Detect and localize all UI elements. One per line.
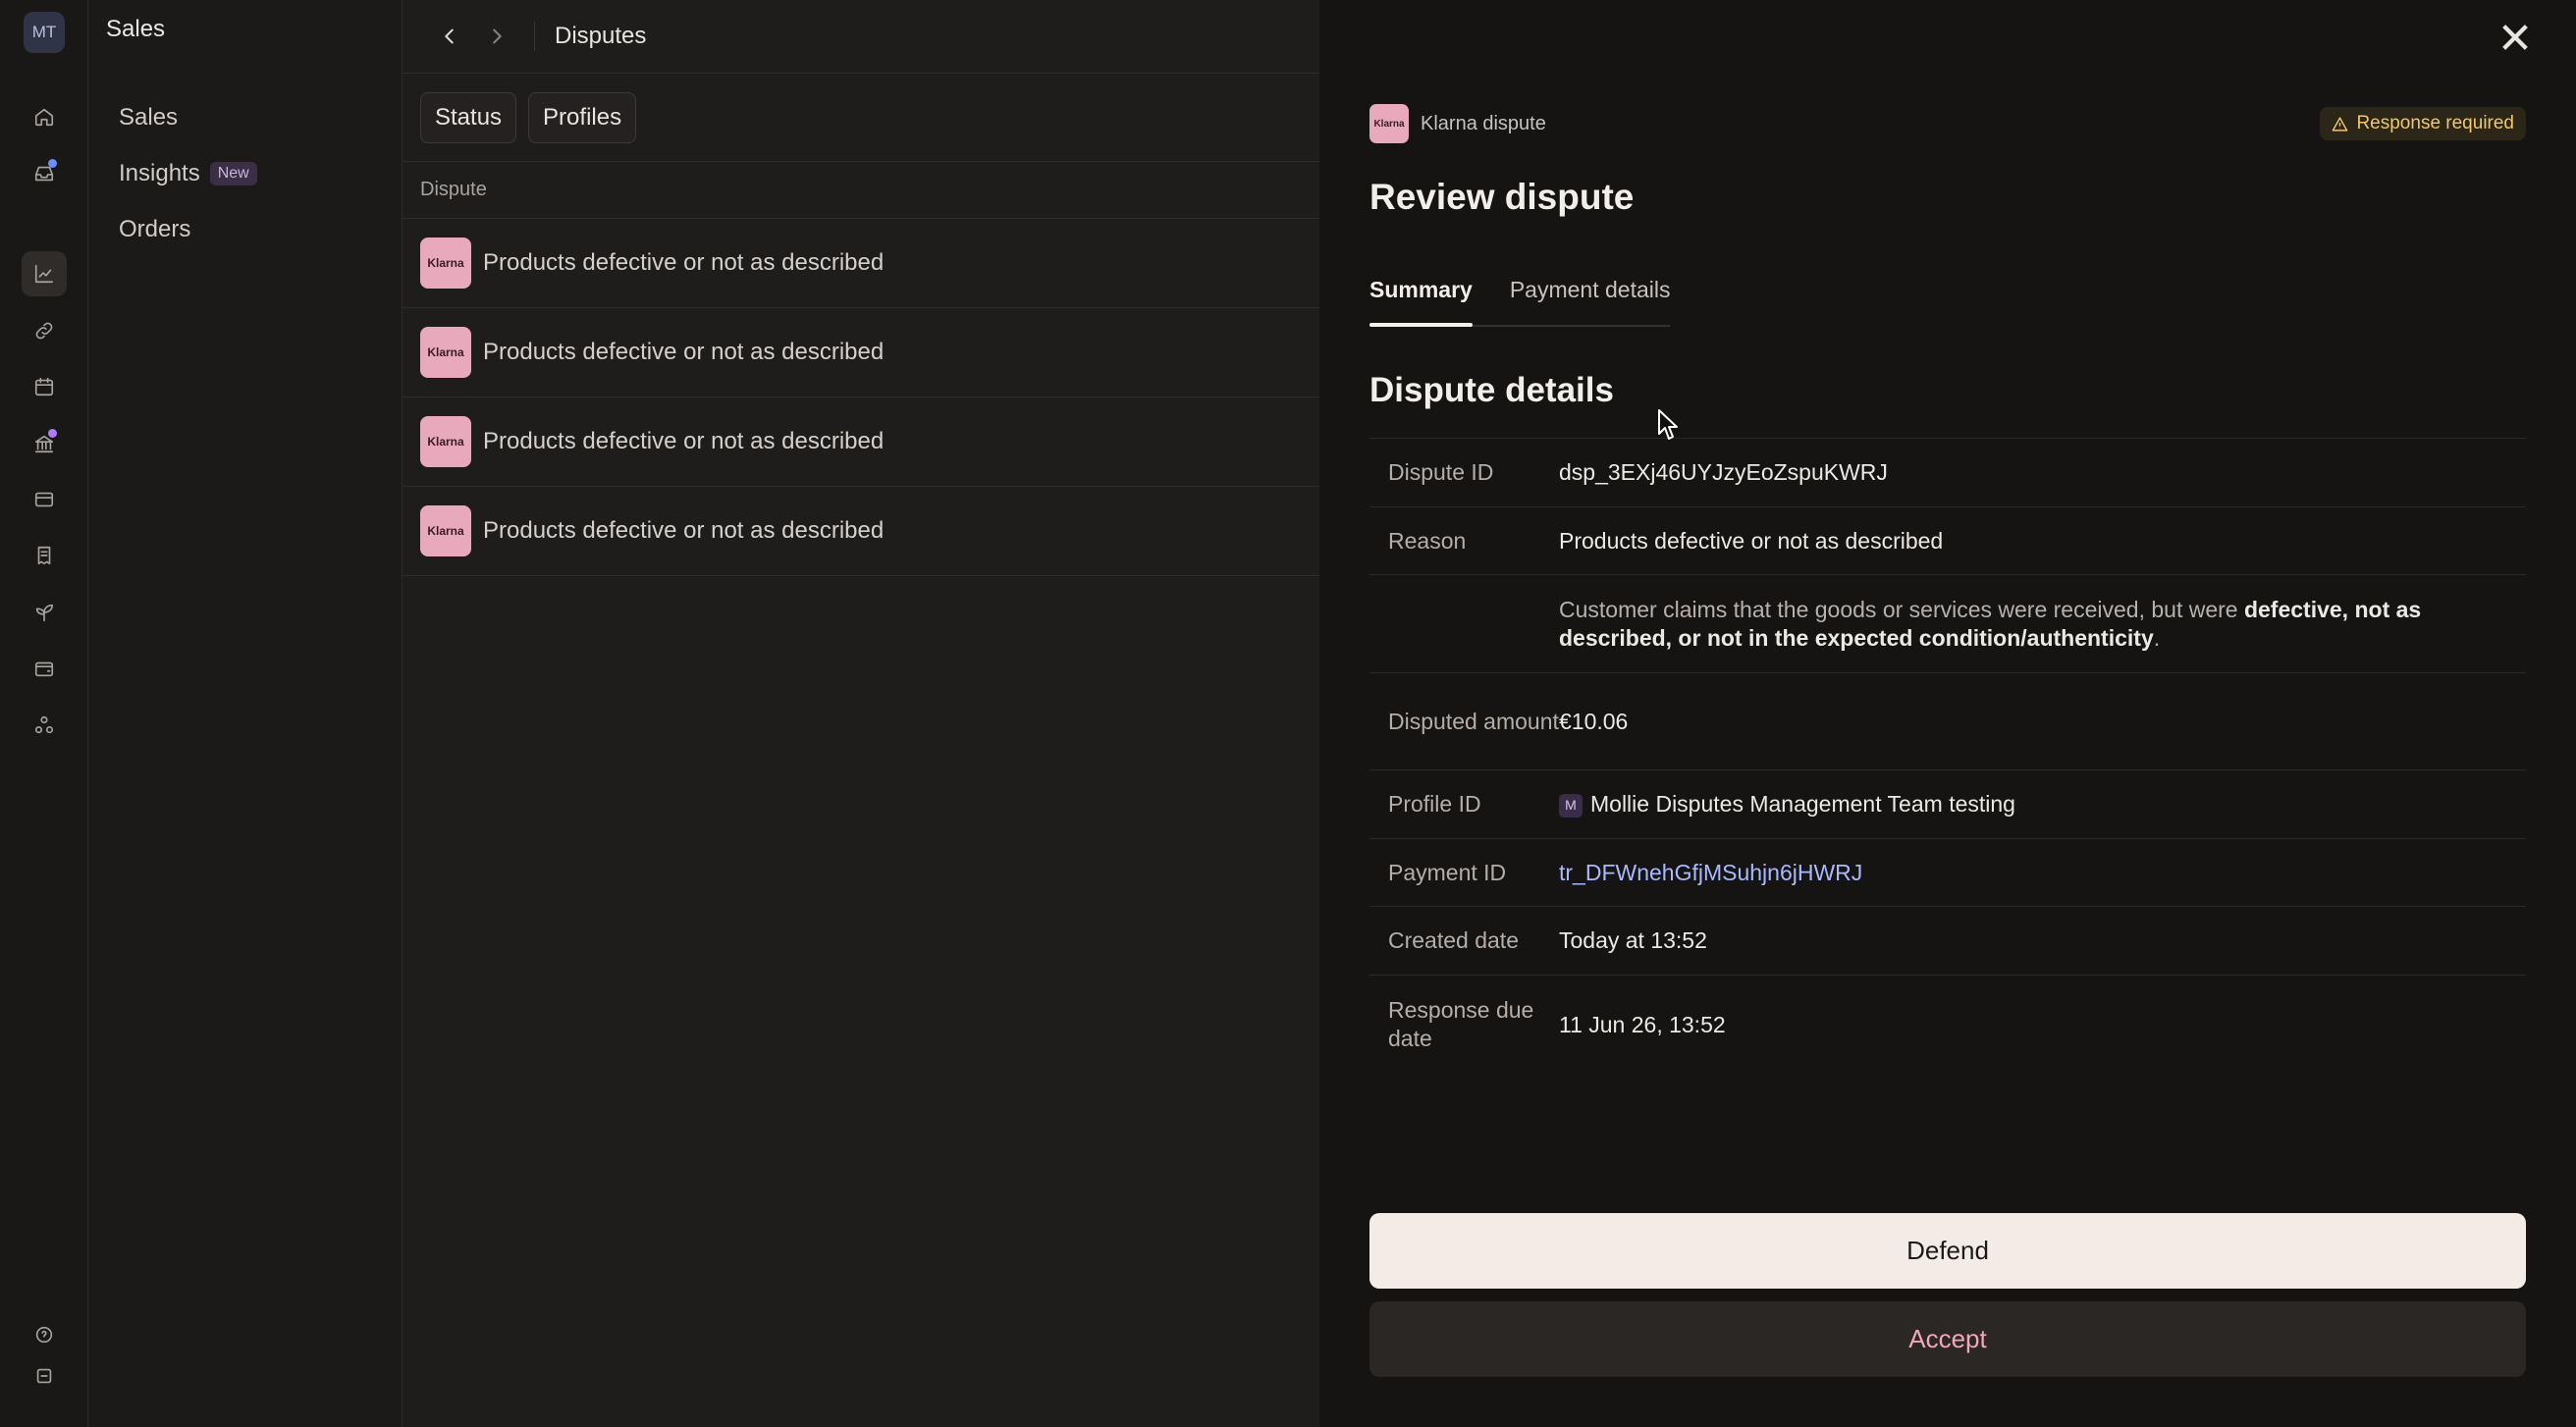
status-filter-button[interactable]: Status: [420, 91, 517, 143]
reason-description: Customer claims that the goods or servic…: [1559, 596, 2526, 653]
close-icon: [2502, 25, 2528, 50]
status-badge: Response required: [2320, 107, 2526, 140]
notification-dot: [48, 159, 57, 168]
dispute-reason: Products defective or not as described: [483, 249, 885, 276]
profile-name: Mollie Disputes Management Team testing: [1590, 791, 2015, 817]
sidebar-item-label: Sales: [119, 104, 179, 131]
reason-value: Products defective or not as described: [1559, 527, 1944, 554]
klarna-logo: Klarna: [420, 505, 471, 556]
klarna-logo: Klarna: [420, 238, 471, 289]
description-text: Customer claims that the goods or servic…: [1559, 596, 2244, 622]
link-icon[interactable]: [22, 308, 67, 353]
table-row[interactable]: Klarna Products defective or not as desc…: [402, 219, 1319, 308]
detail-row-amount: Disputed amount €10.06: [1369, 673, 2526, 770]
detail-label: Payment ID: [1388, 859, 1507, 885]
provider-label: Klarna dispute: [1421, 112, 1546, 134]
status-badge-label: Response required: [2356, 113, 2514, 133]
dispute-drawer: Klarna Klarna dispute Response required …: [1319, 0, 2576, 1427]
divider: [534, 22, 535, 51]
inbox-icon[interactable]: [22, 151, 67, 196]
tab-bar: Summary Payment details: [1369, 277, 1671, 327]
detail-label: Reason: [1388, 527, 1467, 554]
klarna-logo: Klarna: [1369, 104, 1409, 143]
detail-row-profile: Profile ID M Mollie Disputes Management T…: [1369, 770, 2526, 839]
profile-value: M Mollie Disputes Management Team testing: [1559, 790, 2526, 819]
apps-icon[interactable]: [22, 703, 67, 748]
calendar-icon[interactable]: [22, 364, 67, 409]
forward-button[interactable]: [479, 19, 514, 54]
profile-icon: M: [1559, 793, 1583, 818]
dispute-reason: Products defective or not as described: [483, 339, 885, 365]
sidebar-item-label: Insights: [119, 160, 200, 186]
drawer-header: Klarna Klarna dispute: [1369, 104, 1546, 143]
detail-row-due: Response due date 11 Jun 26, 13:52: [1369, 976, 2526, 1074]
detail-label: Created date: [1388, 927, 1519, 953]
back-button[interactable]: [432, 19, 467, 54]
sidebar-item-insights[interactable]: Insights New: [119, 160, 257, 187]
plant-icon[interactable]: [22, 590, 67, 635]
detail-row-payment: Payment ID tr_DFWnehGfjMSuhjn6jHWRJ: [1369, 839, 2526, 907]
sidebar-title: Sales: [106, 16, 166, 42]
description-end: .: [2153, 624, 2161, 651]
due-value: 11 Jun 26, 13:52: [1559, 1011, 1726, 1037]
payment-id-value: tr_DFWnehGfjMSuhjn6jHWRJ: [1559, 859, 2526, 887]
new-badge: New: [209, 162, 257, 185]
help-icon[interactable]: [22, 1312, 67, 1357]
bank-icon[interactable]: [22, 421, 67, 466]
chevron-right-icon: [493, 28, 502, 44]
tab-payment-details[interactable]: Payment details: [1510, 277, 1671, 325]
close-button[interactable]: [2496, 18, 2535, 57]
avatar[interactable]: MT: [24, 12, 65, 53]
defend-button[interactable]: Defend: [1369, 1213, 2526, 1289]
column-header: Dispute: [402, 162, 1319, 219]
profiles-filter-button[interactable]: Profiles: [528, 91, 637, 143]
home-icon[interactable]: [22, 94, 67, 139]
sidebar: Sales Sales Insights New Orders: [88, 0, 402, 1427]
section-title: Dispute details: [1369, 371, 1614, 409]
wallet-icon[interactable]: [22, 646, 67, 691]
warning-icon: [2333, 116, 2348, 132]
table-row[interactable]: Klarna Products defective or not as desc…: [402, 397, 1319, 487]
details-table: Dispute ID dsp_3EXj46UYJzyEoZspuKWRJ Rea…: [1369, 438, 2526, 1074]
disputes-list-panel: Disputes Status Profiles Dispute Klarna …: [402, 0, 1319, 1427]
dispute-reason: Products defective or not as described: [483, 517, 885, 544]
detail-label: Disputed amount: [1388, 708, 1559, 734]
receipt-icon[interactable]: [22, 533, 67, 578]
sidebar-item-sales[interactable]: Sales: [119, 104, 178, 132]
detail-label: Profile ID: [1388, 791, 1481, 817]
tab-summary[interactable]: Summary: [1369, 277, 1473, 327]
payment-id-link[interactable]: tr_DFWnehGfjMSuhjn6jHWRJ: [1559, 860, 1862, 885]
klarna-logo: Klarna: [420, 327, 471, 378]
table-row[interactable]: Klarna Products defective or not as desc…: [402, 487, 1319, 576]
breadcrumb: Disputes: [555, 23, 647, 49]
dispute-reason: Products defective or not as described: [483, 428, 885, 454]
settings-icon[interactable]: [22, 1353, 67, 1399]
detail-row-description: Customer claims that the goods or servic…: [1369, 575, 2526, 673]
amount-value: €10.06: [1559, 708, 1629, 734]
card-icon[interactable]: [22, 477, 67, 522]
page-title: Review dispute: [1369, 177, 1635, 217]
sidebar-item-label: Orders: [119, 216, 191, 242]
detail-label: Response due date: [1388, 997, 1534, 1051]
table-row[interactable]: Klarna Products defective or not as desc…: [402, 308, 1319, 397]
cursor-icon: [1658, 409, 1678, 440]
chart-icon[interactable]: [22, 251, 67, 296]
sidebar-item-orders[interactable]: Orders: [119, 216, 190, 243]
chevron-left-icon: [445, 28, 454, 44]
dispute-id-value: dsp_3EXj46UYJzyEoZspuKWRJ: [1559, 459, 1888, 485]
detail-row-dispute-id: Dispute ID dsp_3EXj46UYJzyEoZspuKWRJ: [1369, 439, 2526, 507]
detail-row-created: Created date Today at 13:52: [1369, 907, 2526, 976]
accept-button[interactable]: Accept: [1369, 1301, 2526, 1377]
top-bar: Disputes: [402, 0, 1319, 74]
filter-bar: Status Profiles: [402, 74, 1319, 162]
notification-dot: [48, 429, 57, 438]
icon-rail: MT: [0, 0, 88, 1427]
detail-label: Dispute ID: [1388, 459, 1494, 485]
created-value: Today at 13:52: [1559, 927, 1707, 953]
detail-row-reason: Reason Products defective or not as desc…: [1369, 507, 2526, 575]
klarna-logo: Klarna: [420, 416, 471, 467]
